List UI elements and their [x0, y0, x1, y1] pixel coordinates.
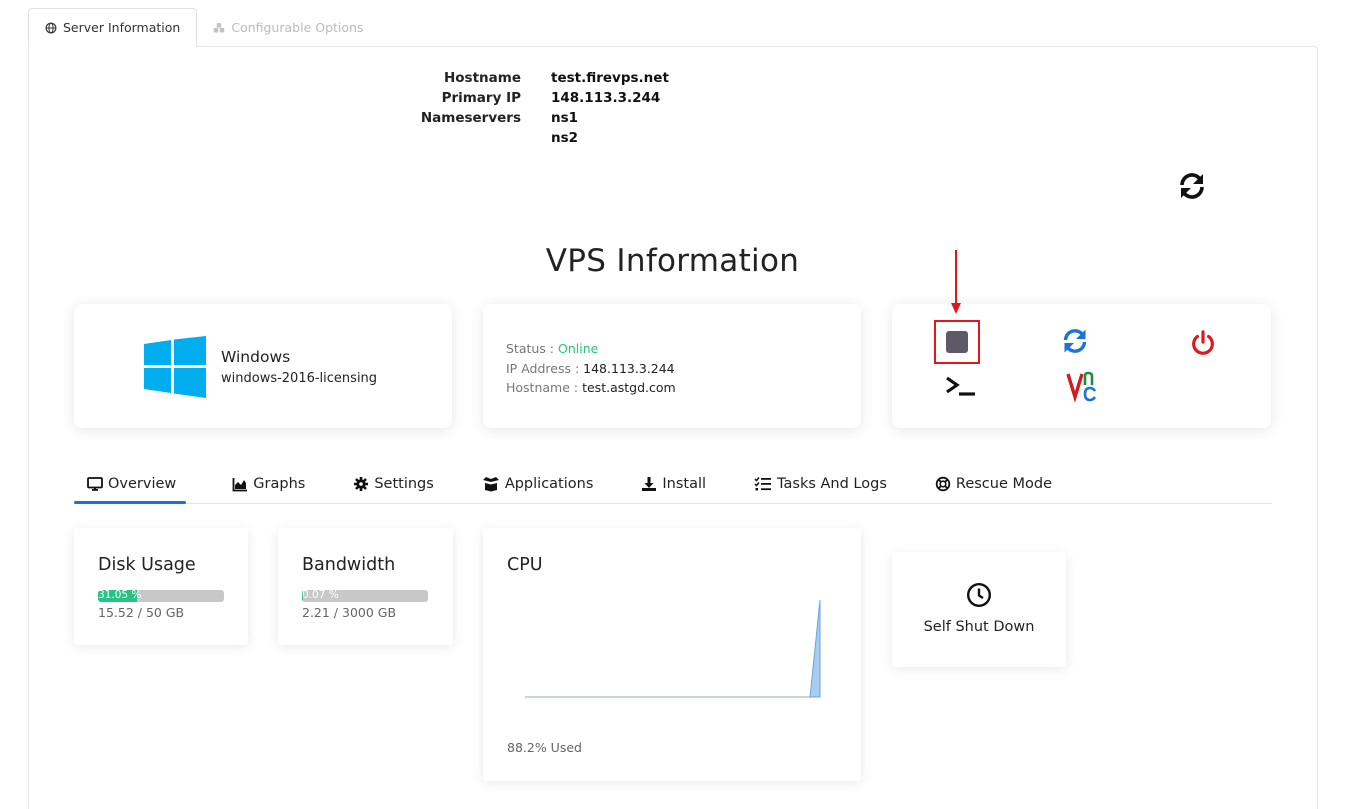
ip-address-value: 148.113.3.244: [583, 360, 675, 376]
disk-usage-card: Disk Usage 31.05 % 15.52 / 50 GB: [74, 528, 248, 645]
tab-install-label: Install: [662, 476, 707, 492]
hostname-label: Hostname: [443, 70, 521, 86]
tab-overview[interactable]: Overview: [74, 466, 187, 504]
tab-settings[interactable]: Settings: [351, 466, 435, 502]
download-icon: [642, 477, 657, 491]
bandwidth-title: Bandwidth: [302, 555, 396, 575]
tab-rescue-mode[interactable]: Rescue Mode: [933, 466, 1054, 502]
power-off-button[interactable]: [1188, 328, 1218, 358]
tab-applications[interactable]: Applications: [480, 466, 596, 502]
terminal-icon: [946, 376, 975, 396]
windows-logo-icon: [144, 336, 206, 398]
monitor-icon: [87, 477, 103, 491]
tab-applications-label: Applications: [504, 476, 594, 492]
tasks-list-icon: [754, 477, 772, 491]
bandwidth-amount: 2.21 / 3000 GB: [302, 605, 397, 620]
life-ring-icon: [935, 476, 951, 492]
tab-configurable-options[interactable]: Configurable Options: [197, 8, 379, 47]
bandwidth-percent: 0.07 %: [302, 590, 339, 601]
nameservers-label: Nameservers: [420, 110, 521, 126]
tab-server-information[interactable]: Server Information: [28, 8, 198, 47]
tab-server-information-label: Server Information: [63, 20, 181, 35]
tab-rescue-mode-label: Rescue Mode: [955, 476, 1052, 492]
os-name: Windows: [221, 348, 291, 366]
vnc-button[interactable]: [1064, 370, 1098, 402]
nameserver-2: ns2: [551, 130, 579, 146]
tab-configurable-options-label: Configurable Options: [231, 20, 364, 35]
disk-usage-progress: 31.05 %: [98, 590, 224, 602]
status-label: Status :: [506, 341, 555, 356]
stop-icon: [946, 331, 968, 353]
cpu-title: CPU: [507, 555, 543, 575]
vps-nav-tabs: Overview Graphs Settings Applications In…: [74, 466, 1272, 504]
top-tabs: Server Information Configurable Options: [28, 8, 379, 47]
tab-install[interactable]: Install: [639, 466, 708, 502]
bandwidth-card: Bandwidth 0.07 % 2.21 / 3000 GB: [278, 528, 453, 645]
nameserver-1: ns1: [551, 110, 579, 126]
vps-information-title: VPS Information: [545, 243, 800, 279]
vps-hostname-label: Hostname :: [506, 380, 579, 395]
server-info-table: Hostname test.firevps.net Primary IP 148.1…: [420, 68, 669, 148]
cpu-card: CPU 88.2% Used: [483, 528, 861, 781]
clock-icon: [966, 582, 992, 608]
disk-usage-amount: 15.52 / 50 GB: [98, 605, 185, 620]
cpu-spike-area: [809, 599, 821, 698]
tab-overview-label: Overview: [108, 476, 177, 492]
refresh-icon: [1180, 173, 1204, 199]
tab-tasks-and-logs-label: Tasks And Logs: [777, 476, 887, 492]
stop-button[interactable]: [934, 320, 980, 364]
power-icon: [1192, 330, 1214, 355]
self-shut-down-label: Self Shut Down: [923, 619, 1035, 635]
box-open-icon: [482, 477, 499, 492]
annotation-arrow-icon: [951, 250, 961, 314]
disk-usage-title: Disk Usage: [98, 555, 196, 575]
tab-tasks-and-logs[interactable]: Tasks And Logs: [752, 466, 889, 502]
area-chart-icon: [232, 478, 248, 492]
ip-address-label: IP Address :: [506, 360, 580, 376]
primary-ip-label: Primary IP: [441, 90, 521, 106]
actions-card: [892, 304, 1271, 428]
hostname-value: test.firevps.net: [551, 70, 669, 86]
vps-hostname-value: test.astgd.com: [582, 380, 676, 395]
tab-settings-label: Settings: [374, 476, 434, 492]
cpu-used-text: 88.2% Used: [507, 740, 582, 755]
bandwidth-progress: 0.07 %: [302, 590, 428, 602]
restart-button[interactable]: [1060, 326, 1090, 356]
status-value: Online: [558, 341, 599, 356]
tab-graphs[interactable]: Graphs: [230, 466, 307, 502]
os-version: windows-2016-licensing: [221, 371, 378, 386]
cubes-icon: [214, 22, 225, 32]
vnc-icon: [1066, 371, 1097, 402]
primary-ip-value: 148.113.3.244: [551, 90, 661, 106]
console-button[interactable]: [944, 372, 978, 402]
os-card: Windows windows-2016-licensing: [74, 304, 452, 428]
disk-usage-percent: 31.05 %: [98, 590, 142, 601]
status-card: Status : Online IP Address : 148.113.3.2…: [483, 304, 861, 428]
cpu-usage-chart: [525, 599, 821, 698]
refresh-button[interactable]: [1176, 170, 1208, 202]
restart-icon: [1063, 329, 1087, 353]
self-shut-down-button[interactable]: Self Shut Down: [892, 552, 1066, 667]
gear-icon: [354, 477, 369, 491]
tab-graphs-label: Graphs: [253, 476, 306, 492]
globe-icon: [45, 22, 57, 33]
